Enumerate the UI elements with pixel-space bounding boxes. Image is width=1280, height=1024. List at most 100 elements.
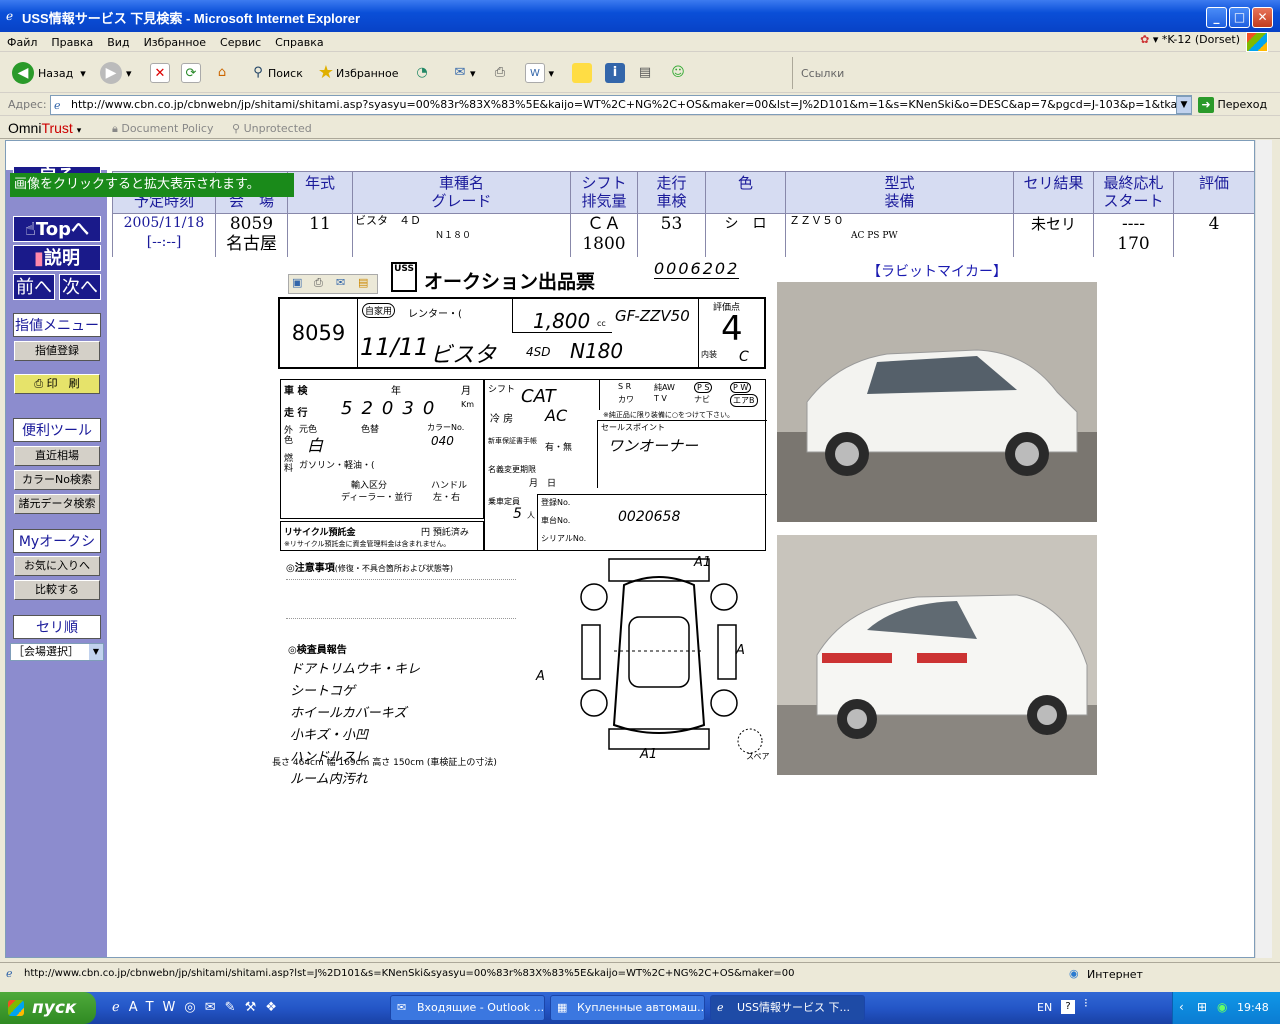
bid-register-button[interactable]: 指値登録	[14, 341, 100, 361]
sheet-sales-point: ワンオーナー	[608, 437, 699, 455]
close-button[interactable]: ✕	[1252, 7, 1273, 28]
language-indicator[interactable]: EN	[1037, 1001, 1052, 1014]
app-icon[interactable]: ❖	[265, 1000, 286, 1015]
sheet-rental: レンター・(	[408, 309, 462, 320]
task-excel[interactable]: ▦ Купленные автомаш...	[550, 995, 705, 1021]
car-front-photo[interactable]	[777, 282, 1097, 522]
document-policy-button[interactable]: 🔒︎ Document Policy	[112, 122, 213, 136]
sheet-fuel-label: 燃料	[284, 454, 294, 474]
forward-button[interactable]: ▶ ▾	[100, 61, 132, 85]
car-rear-photo[interactable]	[777, 535, 1097, 775]
address-dropdown-button[interactable]: ▼	[1176, 96, 1192, 114]
uss-logo: USS	[391, 262, 417, 292]
research-button[interactable]: ▤	[635, 61, 655, 85]
page-content: 戻る ☝Topへ ▮説明 前へ 次へ 指値メニュー 指値登録 ⎙ 印 刷 便利ツ…	[5, 140, 1255, 958]
antivirus-icon[interactable]: ◉	[1217, 1000, 1227, 1014]
next-nav-button[interactable]: 次へ	[59, 274, 101, 300]
browser-icon[interactable]: ◎	[184, 1000, 204, 1015]
my-auction-heading: Myオークション	[13, 529, 101, 574]
stop-button[interactable]: ✕	[150, 61, 170, 85]
task-ie[interactable]: ℯ USS情報サービス 下...	[710, 995, 865, 1021]
printer-icon[interactable]: ⎙	[314, 276, 323, 290]
auction-sheet-image[interactable]: ▣ ⎙ ✉ ▤ USS オークション出品票 0006202 8059 自家用 レ…	[266, 259, 776, 787]
maximize-button[interactable]: □	[1229, 7, 1250, 28]
menu-file[interactable]: Файл	[0, 32, 44, 49]
tools-icon[interactable]: ⚒	[245, 1000, 266, 1015]
minimize-button[interactable]: _	[1206, 7, 1227, 28]
ie-quicklaunch-icon[interactable]: ℯ	[112, 1000, 129, 1015]
pin-icon: ⚲	[232, 122, 241, 135]
paint-icon[interactable]: ✎	[225, 1000, 245, 1015]
sheet-ac-label: 冷 房	[490, 414, 514, 425]
spec-search-button[interactable]: 諸元データ検索	[14, 494, 100, 514]
sheet-reg-date: 11/11	[360, 333, 430, 361]
messenger-icon: ☺	[671, 65, 685, 80]
car-rear-illustration	[777, 535, 1097, 775]
editor-icon[interactable]: T	[146, 1000, 163, 1015]
unprotected-button[interactable]: ⚲ Unprotected	[232, 122, 312, 135]
print-button[interactable]: ⎙	[490, 61, 510, 85]
compare-button[interactable]: 比較する	[14, 580, 100, 600]
extension-label[interactable]: ✿ ▾ *K-12 (Dorset)	[1140, 33, 1240, 46]
cell-type: ＺＺＶ５０ AC PS PW	[786, 213, 1014, 257]
edit-button[interactable]: W ▾	[525, 61, 554, 85]
acrobat-icon[interactable]: A	[129, 1000, 146, 1015]
recent-prices-button[interactable]: 直近相場	[14, 446, 100, 466]
home-button[interactable]: ⌂	[212, 61, 232, 85]
links-label[interactable]: Ссылки	[801, 61, 844, 85]
color-search-button[interactable]: カラーNo検索	[14, 470, 100, 490]
refresh-button[interactable]: ⟳	[181, 61, 201, 85]
messenger-button[interactable]: ☺	[668, 61, 688, 85]
sheet-color-no-label: カラーNo.	[427, 423, 465, 432]
tray-chevron-icon[interactable]: ‹	[1179, 1000, 1184, 1014]
prev-nav-button[interactable]: 前へ	[13, 274, 55, 300]
sheet-use: 自家用	[362, 303, 396, 318]
sheet-title: オークション出品票	[424, 271, 596, 293]
mail-button[interactable]: ✉ ▾	[450, 61, 476, 85]
sheet-score-box: 評価点 4 内装 C	[698, 299, 764, 367]
network-icon[interactable]: ⊞	[1197, 1000, 1207, 1014]
damage-mark-left: A	[536, 669, 545, 684]
add-favorite-button[interactable]: お気に入りへ	[14, 556, 100, 576]
menu-view[interactable]: Вид	[100, 32, 136, 49]
search-button[interactable]: ⚲ Поиск	[248, 61, 303, 85]
top-nav-button[interactable]: ☝Topへ	[13, 216, 101, 242]
notes-button[interactable]	[572, 61, 592, 85]
page-status-icon: ℯ	[6, 967, 13, 980]
history-button[interactable]: ◔	[412, 61, 432, 85]
menu-edit[interactable]: Правка	[44, 32, 100, 49]
tray-expand-icon[interactable]: ⁝	[1084, 996, 1088, 1010]
vertical-scrollbar[interactable]	[1255, 140, 1272, 958]
image-toolbar: ▣ ⎙ ✉ ▤	[288, 274, 378, 294]
info-button[interactable]: i	[605, 61, 625, 85]
print-page-button[interactable]: ⎙ 印 刷	[14, 374, 100, 394]
help-nav-button[interactable]: ▮説明	[13, 245, 101, 271]
col-mileage-header: 走行 車検	[638, 172, 706, 213]
mail-icon[interactable]: ✉	[336, 276, 345, 289]
venue-select[interactable]: ［会場選択］ ▼	[10, 643, 104, 661]
start-button[interactable]: пуск	[0, 992, 96, 1024]
sheet-recycle: リサイクル預託金 円 預託済み ※リサイクル預託金に資金管理料金は含まれません。	[280, 521, 484, 551]
puzzle-icon: ✿	[1140, 33, 1150, 46]
menu-favorites[interactable]: Избранное	[137, 32, 213, 49]
cell-date: 2005/11/18 [--:--]	[113, 213, 216, 257]
menu-tools[interactable]: Сервис	[213, 32, 268, 49]
back-button[interactable]: ◀ Назад ▾	[12, 61, 86, 85]
go-button[interactable]: ➜ Переход	[1198, 97, 1267, 113]
sheet-interior-label: 内装	[701, 350, 717, 359]
dealer-caption[interactable]: 【ラビットマイカー】	[867, 261, 1007, 281]
ie-task-icon: ℯ	[717, 1001, 724, 1014]
favorites-button[interactable]: ★ Избранное	[316, 61, 399, 85]
sheet-shift-label: シフト	[488, 385, 516, 395]
task-outlook[interactable]: ✉ Входящие - Outlook ...	[390, 995, 545, 1021]
word-quicklaunch-icon[interactable]: W	[163, 1000, 185, 1015]
help-tray-icon[interactable]: ?	[1061, 1000, 1075, 1014]
folder-icon[interactable]: ▤	[358, 276, 368, 289]
omnitrust-menu[interactable]: OmniTrust ▾	[8, 120, 81, 136]
menu-help[interactable]: Справка	[268, 32, 330, 49]
save-icon[interactable]: ▣	[292, 276, 302, 289]
outlook-icon: ✉	[397, 1001, 407, 1014]
address-input[interactable]: ℯ http://www.cbn.co.jp/cbnwebn/jp/shitam…	[50, 95, 1192, 115]
home-icon: ⌂	[217, 65, 227, 80]
outlook-quicklaunch-icon[interactable]: ✉	[205, 1000, 225, 1015]
